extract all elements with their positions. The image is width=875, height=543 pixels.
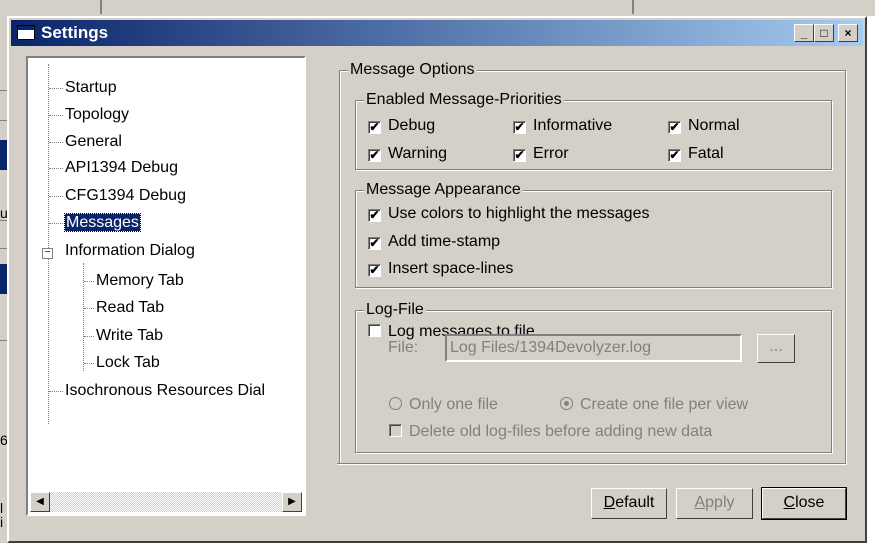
normal-checkbox[interactable]: ✔ Normal — [668, 117, 740, 135]
fatal-checkbox[interactable]: ✔ Fatal — [668, 145, 724, 163]
tree-item-api1394-debug[interactable]: API1394 Debug — [65, 158, 178, 178]
apply-button[interactable]: Apply — [676, 488, 753, 519]
tree-item-isochronous-resources[interactable]: Isochronous Resources Dial — [65, 381, 265, 401]
logfile-title: Log-File — [364, 301, 426, 319]
settings-tree[interactable]: − Startup Topology General API1394 Debug… — [26, 56, 306, 516]
tree-line — [84, 363, 94, 364]
error-checkbox[interactable]: ✔ Error — [513, 145, 569, 163]
tree-line — [84, 336, 94, 337]
checkbox-check-icon: ✔ — [513, 120, 526, 134]
tree-item-information-dialog[interactable]: Information Dialog — [65, 241, 195, 261]
tree-line — [49, 142, 63, 143]
background-app-field — [100, 0, 634, 14]
maximize-button[interactable]: □ — [814, 24, 834, 42]
window-icon — [17, 25, 35, 40]
tree-item-memory-tab[interactable]: Memory Tab — [96, 271, 184, 291]
radio-off-icon — [389, 397, 402, 410]
insert-space-lines-checkbox[interactable]: ✔ Insert space-lines — [368, 260, 513, 278]
warning-checkbox[interactable]: ✔ Warning — [368, 145, 447, 163]
checkbox-check-icon: ✔ — [368, 236, 381, 250]
browse-button[interactable]: ... — [757, 334, 795, 363]
checkbox-check-icon: ✔ — [668, 120, 681, 134]
tree-item-startup[interactable]: Startup — [65, 78, 117, 98]
checkbox-unchecked-icon — [389, 424, 402, 437]
close-window-button[interactable]: × — [838, 24, 858, 42]
tree-item-write-tab[interactable]: Write Tab — [96, 326, 163, 346]
tree-item-lock-tab[interactable]: Lock Tab — [96, 353, 160, 373]
tree-line — [49, 391, 63, 392]
informative-checkbox[interactable]: ✔ Informative — [513, 117, 612, 135]
debug-checkbox[interactable]: ✔ Debug — [368, 117, 435, 135]
tree-line — [49, 88, 63, 89]
minimize-button[interactable]: _ — [794, 24, 814, 42]
scroll-left-icon[interactable]: ◀ — [30, 492, 50, 512]
checkbox-check-icon: ✔ — [668, 148, 681, 162]
tree-line — [49, 196, 63, 197]
tree-line — [49, 168, 63, 169]
tree-line — [84, 281, 94, 282]
checkbox-check-icon: ✔ — [368, 120, 381, 134]
checkbox-check-icon: ✔ — [368, 208, 381, 222]
window-title: Settings — [41, 23, 109, 42]
tree-item-topology[interactable]: Topology — [65, 105, 129, 125]
button-separator — [337, 463, 845, 465]
checkbox-check-icon: ✔ — [368, 263, 381, 277]
background-app-toolbar — [0, 0, 875, 16]
file-label: File: — [388, 339, 419, 356]
tree-line — [49, 115, 63, 116]
add-timestamp-checkbox[interactable]: ✔ Add time-stamp — [368, 233, 500, 251]
one-file-per-view-radio[interactable]: Create one file per view — [560, 396, 748, 414]
tree-line — [48, 64, 49, 424]
horizontal-scrollbar[interactable]: ◀ ▶ — [30, 492, 302, 512]
only-one-file-radio[interactable]: Only one file — [389, 396, 498, 414]
collapse-toggle-icon[interactable]: − — [42, 248, 53, 259]
delete-old-logfiles-checkbox[interactable]: Delete old log-files before adding new d… — [389, 423, 712, 441]
checkbox-unchecked-icon — [368, 324, 381, 337]
checkbox-check-icon: ✔ — [368, 148, 381, 162]
background-text: i — [0, 514, 4, 530]
scroll-right-icon[interactable]: ▶ — [282, 492, 302, 512]
tree-item-read-tab[interactable]: Read Tab — [96, 298, 164, 318]
radio-on-icon — [560, 397, 573, 410]
title-bar[interactable]: Settings _ □ × — [11, 20, 863, 46]
default-button[interactable]: Default — [591, 488, 667, 519]
tree-line — [83, 263, 84, 371]
tree-item-general[interactable]: General — [65, 132, 122, 152]
tree-line — [84, 308, 94, 309]
use-colors-checkbox[interactable]: ✔ Use colors to highlight the messages — [368, 205, 649, 223]
priorities-title: Enabled Message-Priorities — [364, 91, 564, 109]
tree-item-cfg1394-debug[interactable]: CFG1394 Debug — [65, 186, 186, 206]
close-button[interactable]: Close — [761, 487, 847, 520]
appearance-title: Message Appearance — [364, 181, 523, 199]
message-options-title: Message Options — [348, 61, 477, 79]
checkbox-check-icon: ✔ — [513, 148, 526, 162]
tree-item-messages[interactable]: Messages — [64, 213, 141, 233]
log-file-path-input[interactable]: Log Files/1394Devolyzer.log — [445, 334, 742, 362]
tree-line — [49, 223, 63, 224]
